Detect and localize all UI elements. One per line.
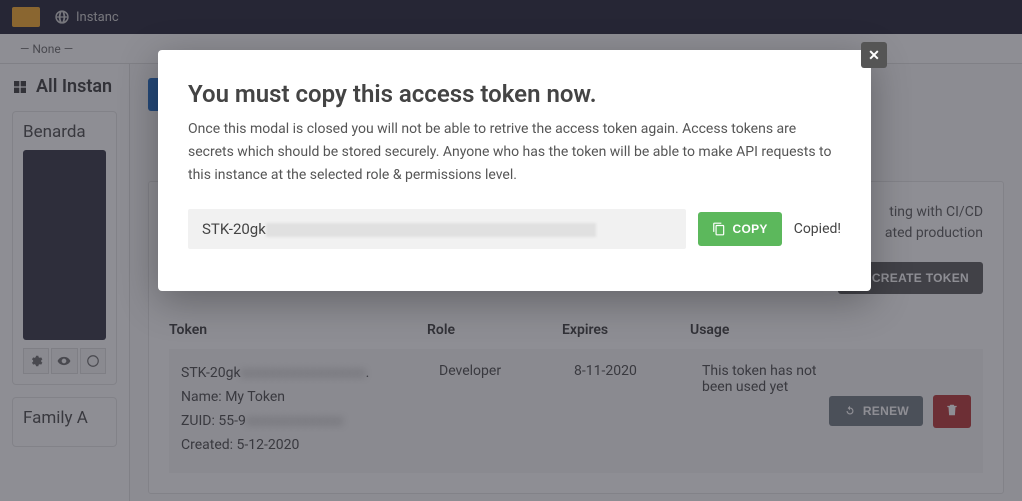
modal-title: You must copy this access token now.: [188, 80, 841, 108]
token-value[interactable]: STK-20gk: [188, 209, 686, 249]
access-token-modal: You must copy this access token now. Onc…: [158, 50, 871, 291]
modal-body: Once this modal is closed you will not b…: [188, 118, 841, 187]
copied-status: Copied!: [794, 221, 841, 237]
copy-button[interactable]: COPY: [698, 212, 781, 246]
modal-close-button[interactable]: [861, 42, 887, 68]
copy-icon: [712, 222, 726, 236]
token-redacted: [266, 223, 596, 237]
